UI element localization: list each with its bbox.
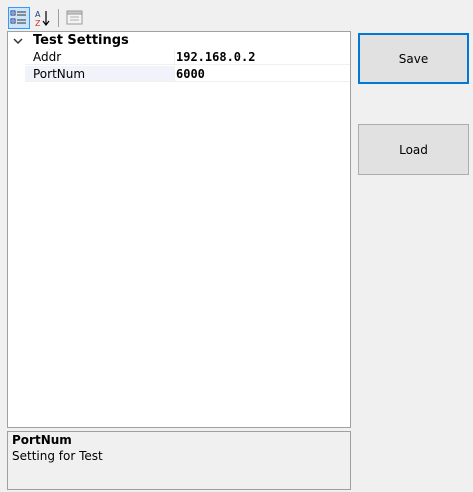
property-value-field[interactable]: 6000	[174, 66, 350, 82]
toolbar-separator	[58, 9, 59, 27]
load-button[interactable]: Load	[358, 124, 469, 175]
category-label: Test Settings	[33, 33, 129, 48]
description-pane: PortNum Setting for Test	[7, 431, 351, 490]
chevron-down-icon[interactable]	[12, 35, 24, 47]
alphabetical-sort-icon: A Z	[35, 10, 50, 28]
svg-text:A: A	[35, 10, 41, 19]
property-name[interactable]: PortNum	[25, 66, 174, 82]
property-row-portnum[interactable]: PortNum 6000	[8, 66, 350, 83]
property-pages-button[interactable]	[64, 7, 86, 29]
save-button[interactable]: Save	[358, 33, 469, 84]
property-name[interactable]: Addr	[25, 49, 174, 65]
property-pages-icon	[66, 10, 83, 25]
row-gutter	[8, 66, 25, 83]
categorized-view-icon	[10, 10, 26, 24]
categorized-view-button[interactable]	[8, 7, 30, 29]
row-gutter	[8, 49, 25, 66]
description-text: Setting for Test	[12, 449, 103, 463]
property-value-field[interactable]: 192.168.0.2	[174, 49, 350, 65]
description-title: PortNum	[12, 433, 72, 447]
category-row-test-settings[interactable]: Test Settings	[8, 32, 350, 49]
alphabetical-sort-button[interactable]: A Z	[32, 7, 54, 29]
property-row-addr[interactable]: Addr 192.168.0.2	[8, 49, 350, 66]
svg-text:Z: Z	[35, 19, 41, 28]
property-grid[interactable]: Test Settings Addr 192.168.0.2 PortNum 6…	[7, 31, 351, 428]
property-grid-toolbar: A Z	[8, 7, 128, 29]
